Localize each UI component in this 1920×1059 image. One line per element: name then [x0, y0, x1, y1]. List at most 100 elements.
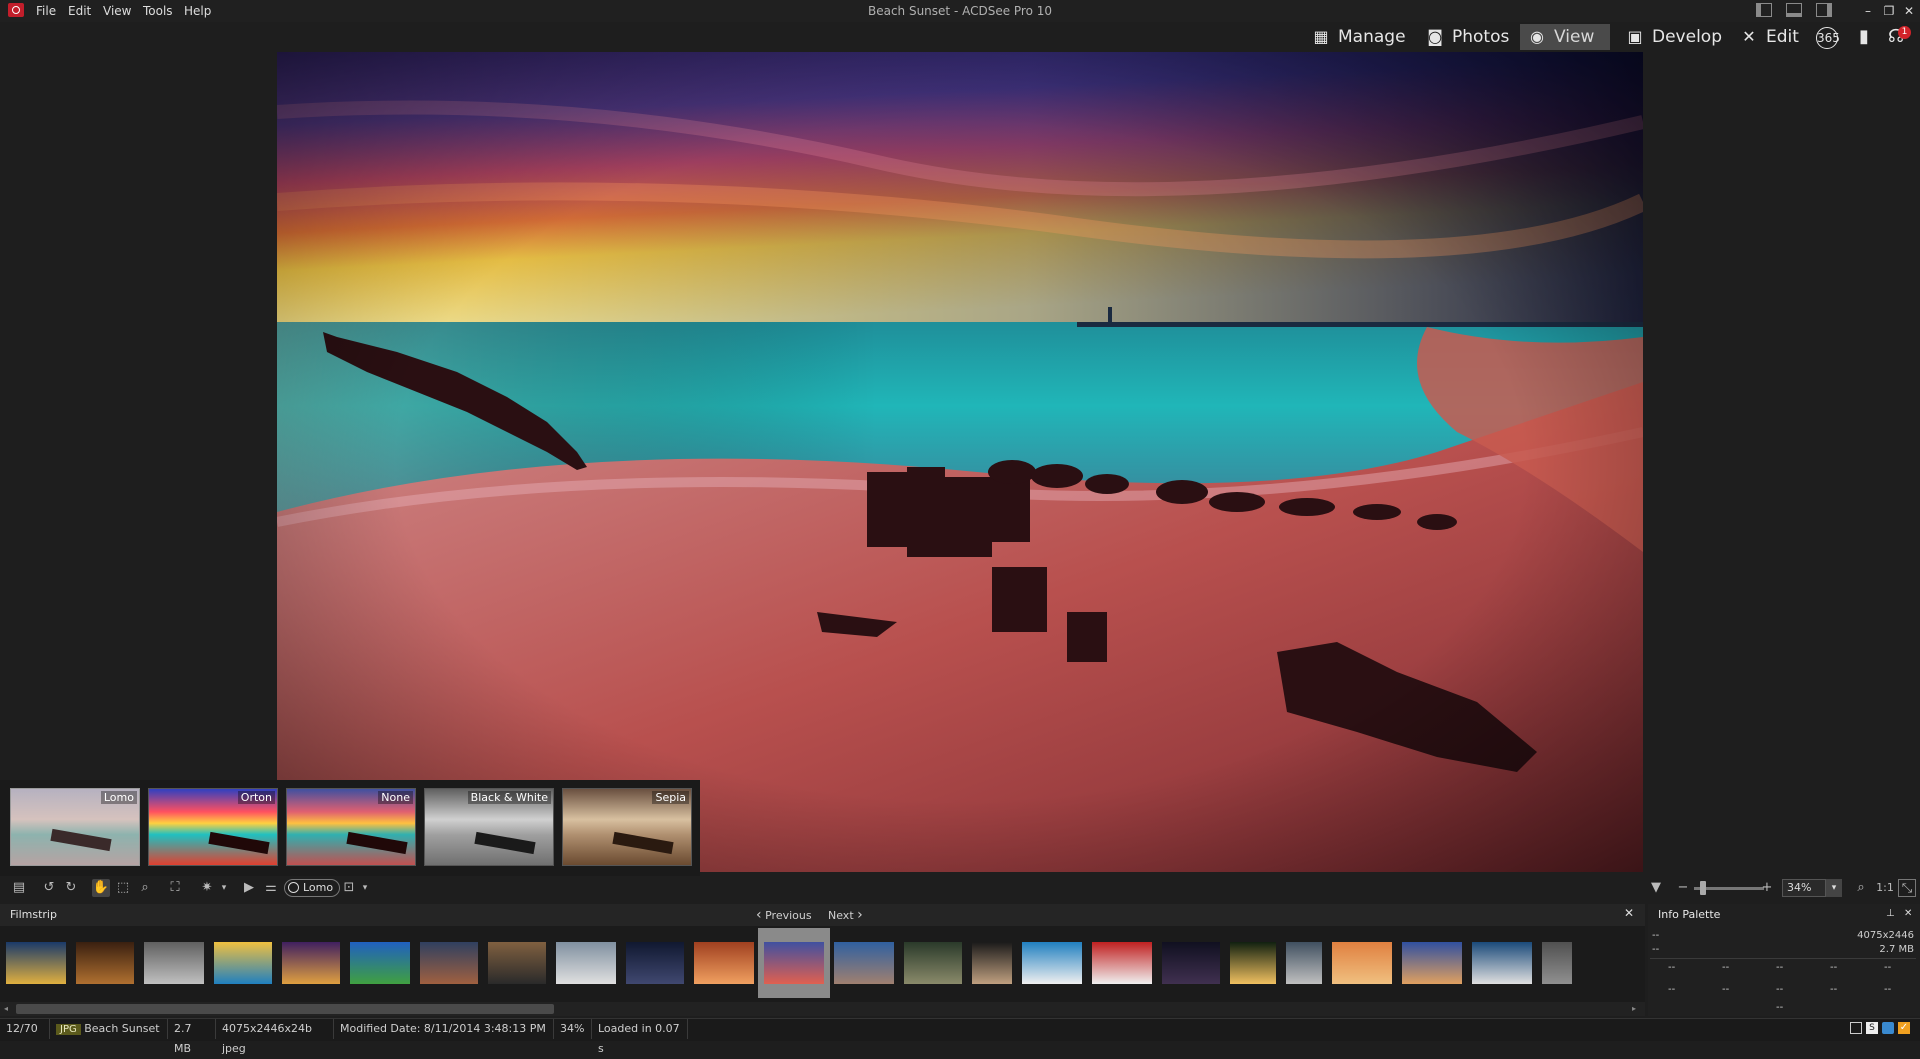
filmstrip-thumbnail[interactable]	[834, 942, 894, 984]
scrollbar-thumb[interactable]	[16, 1004, 554, 1014]
filmstrip-thumbnail[interactable]	[214, 942, 272, 984]
layout-left-pane-icon[interactable]	[1756, 3, 1772, 17]
filmstrip-thumbnail[interactable]	[6, 942, 66, 984]
info-dimensions: 4075x2446	[1857, 930, 1914, 941]
next-button[interactable]: Next ›	[828, 904, 863, 926]
mode-label: Photos	[1452, 27, 1510, 47]
chevron-down-icon[interactable]: ▾	[215, 879, 233, 897]
auto-lens-icon[interactable]: ✷	[198, 879, 216, 897]
image-viewer[interactable]	[277, 52, 1643, 872]
preset-none[interactable]: None	[286, 788, 416, 866]
filmstrip-thumbnail[interactable]	[1022, 942, 1082, 984]
info-value: --	[1722, 984, 1730, 995]
filmstrip-thumbnail[interactable]	[1402, 942, 1462, 984]
preset-sepia[interactable]: Sepia	[562, 788, 692, 866]
filmstrip-thumbnail[interactable]	[76, 942, 134, 984]
close-info-palette-icon[interactable]: ✕	[1904, 908, 1912, 919]
layout-bottom-pane-icon[interactable]	[1786, 3, 1802, 17]
close-window-button[interactable]: ✕	[1899, 2, 1919, 20]
preset-label: Sepia	[652, 791, 689, 804]
adjust-sliders-icon[interactable]: ⚌	[262, 879, 280, 897]
info-value: --	[1884, 962, 1892, 973]
chevron-down-icon[interactable]: ▾	[356, 879, 374, 897]
preset-black-white[interactable]: Black & White	[424, 788, 554, 866]
filmstrip-thumbnail[interactable]	[488, 942, 546, 984]
play-slideshow-icon[interactable]: ▶	[240, 879, 258, 897]
mode-manage-button[interactable]: ▦ Manage	[1304, 24, 1416, 50]
effect-chip[interactable]: Lomo	[284, 879, 341, 897]
preset-orton[interactable]: Orton	[148, 788, 278, 866]
menu-help[interactable]: Help	[184, 0, 211, 22]
filmstrip-thumbnail[interactable]	[556, 942, 616, 984]
filmstrip-thumbnail[interactable]	[1472, 942, 1532, 984]
zoom-in-icon[interactable]: +	[1758, 879, 1776, 897]
filmstrip-thumbnail[interactable]	[1332, 942, 1392, 984]
filmstrip-thumbnail[interactable]	[904, 942, 962, 984]
zoom-dropdown-button[interactable]: ▾	[1826, 879, 1842, 897]
mode-label: Manage	[1338, 27, 1406, 47]
actual-size-button[interactable]: 1:1	[1874, 879, 1896, 897]
filmstrip-thumbnail[interactable]	[1230, 942, 1276, 984]
dropdown-triangle-icon[interactable]: ▼	[1647, 879, 1665, 897]
rotate-right-icon[interactable]: ↻	[62, 879, 80, 897]
filmstrip-thumbnail[interactable]	[626, 942, 684, 984]
restore-button[interactable]: ❐	[1879, 2, 1899, 20]
dashboard-chart-icon[interactable]: ▮	[1852, 26, 1876, 48]
filmstrip-thumbnail[interactable]	[144, 942, 204, 984]
zoom-value-field[interactable]: 34%	[1782, 879, 1826, 897]
menu-edit[interactable]: Edit	[68, 0, 91, 22]
filmstrip-thumbnail[interactable]	[1286, 942, 1322, 984]
filmstrip-thumbnail[interactable]	[282, 942, 340, 984]
previous-label: Previous	[765, 909, 812, 922]
filmstrip-thumbnail[interactable]	[420, 942, 478, 984]
menu-tools[interactable]: Tools	[143, 0, 173, 22]
status-name: Beach Sunset	[84, 1022, 160, 1035]
info-value: --	[1830, 984, 1838, 995]
develop-icon: ▣	[1627, 27, 1643, 46]
acdsee-app-icon[interactable]	[8, 3, 24, 17]
pin-icon[interactable]: ⊥	[1886, 908, 1895, 919]
preset-label: Black & White	[467, 791, 551, 804]
rotate-left-icon[interactable]: ↺	[40, 879, 58, 897]
checkmark-icon[interactable]: ✓	[1898, 1022, 1910, 1034]
pan-hand-icon[interactable]: ✋	[92, 879, 110, 897]
preset-lomo[interactable]: Lomo	[10, 788, 140, 866]
info-value: --	[1722, 962, 1730, 973]
magnifier-icon[interactable]: ⌕	[1852, 879, 1870, 897]
mode-develop-button[interactable]: ▣ Develop	[1618, 24, 1726, 50]
scroll-left-icon[interactable]: ◂	[4, 1004, 8, 1013]
eye-icon: ◉	[1530, 27, 1544, 46]
minimize-button[interactable]: –	[1858, 2, 1878, 20]
zoom-out-icon[interactable]: −	[1674, 879, 1692, 897]
save-icon[interactable]: ▤	[10, 879, 28, 897]
365-icon[interactable]: 365	[1816, 27, 1840, 49]
chevron-right-icon: ›	[857, 907, 863, 923]
fit-screen-icon[interactable]: ⛶	[166, 879, 184, 897]
filmstrip-thumbnail[interactable]	[1542, 942, 1572, 984]
fullscreen-icon[interactable]: ⤡	[1898, 879, 1916, 897]
close-filmstrip-icon[interactable]: ✕	[1624, 906, 1634, 920]
layout-right-pane-icon[interactable]	[1816, 3, 1832, 17]
grid-icon: ▦	[1313, 27, 1329, 46]
mode-edit-button[interactable]: ✕ Edit	[1732, 24, 1812, 50]
database-icon[interactable]	[1882, 1022, 1894, 1034]
previous-button[interactable]: ‹ Previous	[756, 904, 812, 926]
mode-photos-button[interactable]: ◙ Photos	[1418, 24, 1518, 50]
preset-label: Lomo	[100, 791, 137, 804]
scroll-right-icon[interactable]: ▸	[1632, 1004, 1636, 1013]
filmstrip-thumbnail[interactable]	[764, 942, 824, 984]
select-icon[interactable]: ⬚	[114, 879, 132, 897]
status-modified: Modified Date: 8/11/2014 3:48:13 PM	[334, 1019, 554, 1039]
filmstrip-thumbnail[interactable]	[694, 942, 754, 984]
filmstrip-thumbnail[interactable]	[972, 942, 1012, 984]
menu-file[interactable]: File	[36, 0, 56, 22]
filmstrip-thumbnail[interactable]	[1162, 942, 1220, 984]
panel-toggle-icon[interactable]	[1850, 1022, 1862, 1034]
filmstrip-thumbnail[interactable]	[1092, 942, 1152, 984]
mode-view-button[interactable]: ◉ View	[1520, 24, 1610, 50]
sync-icon[interactable]: S	[1866, 1022, 1878, 1034]
menu-view[interactable]: View	[103, 0, 131, 22]
filmstrip-thumbnail[interactable]	[350, 942, 410, 984]
zoom-slider-handle[interactable]	[1700, 881, 1706, 895]
zoom-tool-icon[interactable]: ⌕	[136, 879, 154, 897]
